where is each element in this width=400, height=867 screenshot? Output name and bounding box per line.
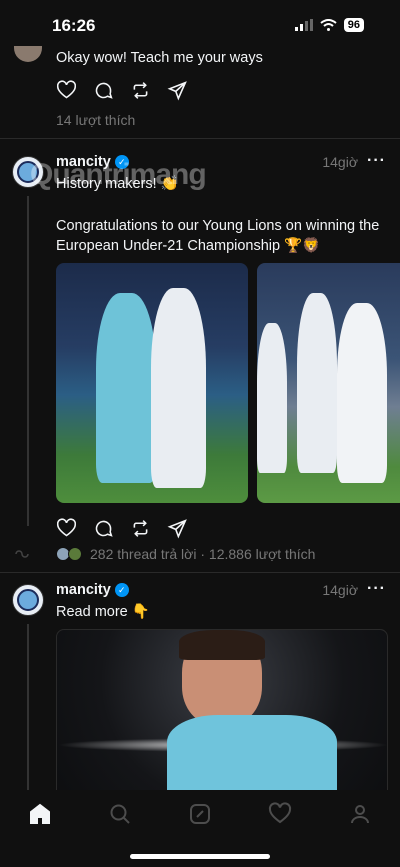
- search-icon: [110, 804, 130, 824]
- player-figure: [337, 303, 387, 483]
- post-text: Congratulations to our Young Lions on wi…: [56, 218, 380, 254]
- more-options-icon[interactable]: ···: [367, 580, 386, 598]
- wifi-icon: [320, 19, 337, 31]
- compose-icon: [190, 804, 210, 824]
- avatar[interactable]: [12, 584, 44, 616]
- send-icon[interactable]: [167, 80, 188, 101]
- avatar[interactable]: [14, 46, 42, 62]
- divider: [0, 572, 400, 573]
- watermark: Quantrimang: [30, 158, 207, 191]
- home-icon: [30, 803, 50, 824]
- player-figure: [297, 293, 337, 473]
- username-label: mancity: [56, 582, 111, 598]
- post-actions: [56, 80, 188, 101]
- post-time: 14giờ: [322, 154, 358, 170]
- post-text: Read more 👇: [56, 604, 150, 620]
- comment-icon[interactable]: [93, 80, 114, 101]
- replies-likes-text: 282 thread trả lời · 12.886 lượt thích: [90, 546, 316, 562]
- player-figure: [151, 288, 206, 488]
- reply-avatars: [56, 547, 82, 561]
- more-options-icon[interactable]: ···: [367, 152, 386, 170]
- tab-home[interactable]: [28, 802, 52, 826]
- thread-line: [27, 624, 29, 790]
- player-shirt: [167, 715, 337, 798]
- thread-line: [27, 196, 29, 526]
- player-figure: [96, 293, 156, 483]
- username[interactable]: mancity ✓: [56, 582, 129, 598]
- divider: [0, 138, 400, 139]
- avatar: [68, 547, 82, 561]
- post-image[interactable]: [257, 263, 400, 503]
- status-icons: 96: [294, 18, 364, 32]
- thread-loop-icon: [15, 550, 29, 558]
- home-indicator: [130, 854, 270, 859]
- tab-search[interactable]: [108, 802, 132, 826]
- status-time: 16:26: [52, 16, 96, 35]
- post-actions: [56, 518, 188, 539]
- replies-row[interactable]: 282 thread trả lời · 12.886 lượt thích: [56, 546, 315, 562]
- player-hair: [179, 630, 265, 660]
- heart-icon[interactable]: [56, 518, 77, 539]
- post-image[interactable]: [56, 629, 388, 799]
- post-image[interactable]: [56, 263, 248, 503]
- player-figure: [257, 323, 287, 473]
- status-bar: 16:26 96: [0, 0, 400, 50]
- post-caption: Okay wow! Teach me your ways: [56, 50, 263, 66]
- tab-compose[interactable]: [188, 802, 212, 826]
- repost-icon[interactable]: [130, 518, 151, 539]
- heart-icon[interactable]: [56, 80, 77, 101]
- verified-icon: ✓: [114, 583, 129, 597]
- heart-icon: [268, 802, 292, 824]
- repost-icon[interactable]: [130, 80, 151, 101]
- battery-indicator: 96: [343, 18, 364, 32]
- post-time: 14giờ: [322, 582, 358, 598]
- likes-count[interactable]: 14 lượt thích: [56, 112, 135, 128]
- send-icon[interactable]: [167, 518, 188, 539]
- comment-icon[interactable]: [93, 518, 114, 539]
- profile-icon: [351, 805, 369, 824]
- signal-icon: [294, 19, 313, 31]
- club-crest-icon: [17, 589, 39, 611]
- tab-profile[interactable]: [348, 802, 372, 826]
- tab-activity[interactable]: [268, 802, 292, 826]
